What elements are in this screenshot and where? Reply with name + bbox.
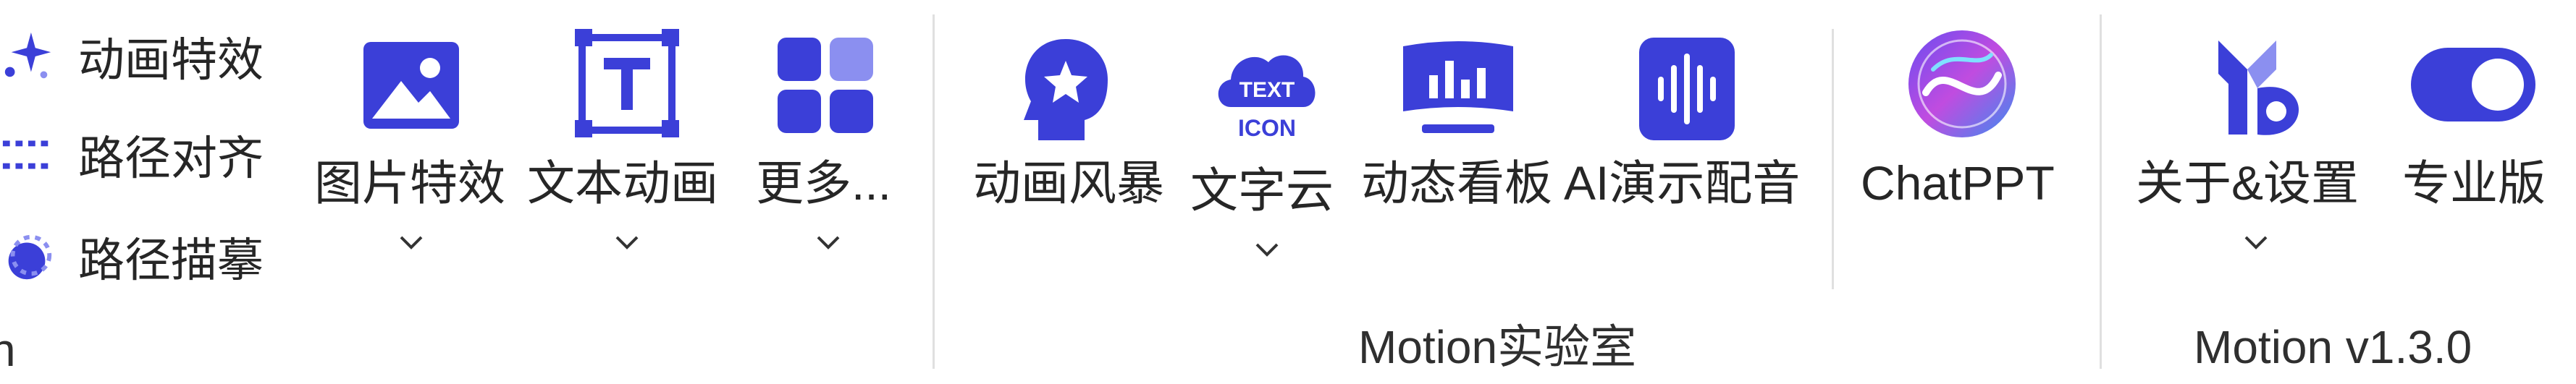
group-title: Motion实验室 xyxy=(1358,321,1637,373)
menu-item-label: 路径对齐 xyxy=(78,132,264,184)
trace-path-icon xyxy=(0,229,56,285)
button-label: 动态看板 xyxy=(1361,156,1552,210)
chevron-down-icon[interactable] xyxy=(2242,231,2270,252)
motion-logo-icon xyxy=(2204,26,2312,142)
grid-apps-icon xyxy=(775,35,876,136)
icon-text-top: TEXT xyxy=(1239,78,1295,102)
chevron-down-icon[interactable] xyxy=(613,231,641,252)
button-label: AI演示配音 xyxy=(1564,156,1801,210)
chatppt-logo-icon xyxy=(1904,26,2020,142)
chevron-down-icon[interactable] xyxy=(814,231,843,252)
about-settings-button[interactable]: 关于&设置 xyxy=(2136,14,2375,275)
text-cloud-icon: TEXT ICON xyxy=(1209,35,1325,150)
button-label: 关于&设置 xyxy=(2136,156,2360,210)
button-label: ChatPPT xyxy=(1861,156,2055,210)
align-path-icon xyxy=(0,127,56,183)
text-cloud-button[interactable]: TEXT ICON 文字云 xyxy=(1182,14,1348,275)
image-icon xyxy=(361,35,462,136)
icon-text-bottom: ICON xyxy=(1238,115,1296,141)
group-separator xyxy=(2100,14,2102,369)
button-label: 更多... xyxy=(756,156,892,210)
button-label: 专业版 xyxy=(2402,156,2546,210)
group-title-clipped: n xyxy=(0,324,16,376)
image-effects-button[interactable]: 图片特效 xyxy=(311,14,507,275)
sparkle-icon xyxy=(0,28,56,85)
menu-item-label: 路径描摹 xyxy=(78,234,264,286)
toggle-icon[interactable] xyxy=(2408,45,2538,124)
text-box-icon xyxy=(575,29,680,137)
menu-item-animation-effects[interactable]: 动画特效 xyxy=(0,20,264,93)
more-button[interactable]: 更多... xyxy=(746,14,912,275)
dashboard-icon xyxy=(1400,39,1516,140)
menu-item-path-trace[interactable]: 路径描摹 xyxy=(0,221,264,293)
chatppt-button[interactable]: ChatPPT xyxy=(1853,14,2071,246)
dynamic-dashboard-button[interactable]: 动态看板 xyxy=(1361,14,1557,246)
group-separator xyxy=(933,14,935,369)
animation-storm-button[interactable]: 动画风暴 xyxy=(970,14,1166,246)
pro-version-button[interactable]: 专业版 xyxy=(2389,14,2563,246)
inner-separator xyxy=(1832,29,1834,289)
button-label: 动画风暴 xyxy=(973,156,1164,210)
head-star-icon xyxy=(1015,35,1116,143)
voice-wave-icon xyxy=(1636,35,1738,143)
button-label: 文字云 xyxy=(1190,163,1334,217)
ai-voiceover-button[interactable]: AI演示配音 xyxy=(1564,14,1810,246)
button-label: 图片特效 xyxy=(314,156,505,210)
text-animation-button[interactable]: 文本动画 xyxy=(527,14,723,275)
menu-item-label: 动画特效 xyxy=(78,34,264,86)
button-label: 文本动画 xyxy=(527,156,718,210)
group-title: Motion v1.3.0 xyxy=(2194,321,2472,373)
chevron-down-icon[interactable] xyxy=(1253,239,1281,259)
chevron-down-icon[interactable] xyxy=(397,231,426,252)
menu-item-path-align[interactable]: 路径对齐 xyxy=(0,119,264,191)
